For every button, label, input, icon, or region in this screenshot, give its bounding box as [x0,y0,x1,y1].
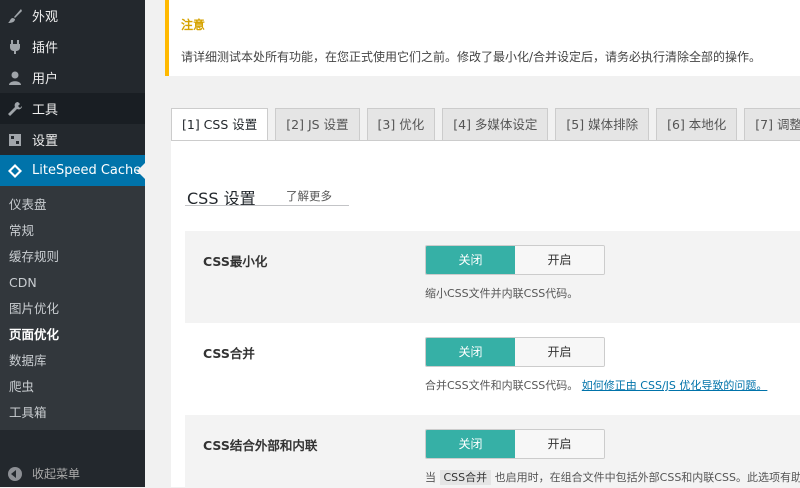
submenu-item-image-optimization[interactable]: 图片优化 [0,296,145,322]
setting-row-css-combine-external-inline: CSS结合外部和内联 关闭 开启 当 CSS合并 也启用时，在组合文件中包括外部… [185,415,800,488]
css-combine-toggle: 关闭 开启 [425,337,605,367]
sidebar-item-settings[interactable]: 设置 [0,124,145,155]
title-divider [185,205,349,206]
toggle-on-button[interactable]: 开启 [515,246,604,274]
litespeed-submenu: 仪表盘 常规 缓存规则 CDN 图片优化 页面优化 数据库 爬虫 工具箱 [0,186,145,430]
settings-panel: CSS 设置 了解更多 CSS最小化 关闭 开启 缩小CSS文件并内联CSS代码… [171,140,800,488]
collapse-arrow-icon [8,466,22,481]
submenu-item-page-optimization[interactable]: 页面优化 [0,322,145,348]
setting-description: 合并CSS文件和内联CSS代码。 如何修正由 CSS/JS 优化导致的问题。 [425,377,767,393]
submenu-item-dashboard[interactable]: 仪表盘 [0,192,145,218]
submenu-item-toolbox[interactable]: 工具箱 [0,400,145,426]
main-content: 注意 请详细测试本处所有功能，在您正式使用它们之前。修改了最小化/合并设定后，请… [145,0,800,488]
settings-tabs: [1] CSS 设置 [2] JS 设置 [3] 优化 [4] 多媒体设定 [5… [171,108,800,141]
css-js-troubleshoot-link[interactable]: 如何修正由 CSS/JS 优化导致的问题。 [582,379,768,392]
tab-tuning[interactable]: [7] 调整 [744,108,800,140]
sidebar-item-appearance[interactable]: 外观 [0,0,145,31]
sidebar-item-label: LiteSpeed Cache [32,163,142,178]
paintbrush-icon [6,7,24,25]
setting-label: CSS结合外部和内联 [203,438,318,453]
tab-optimization[interactable]: [3] 优化 [366,108,436,140]
notice-title: 注意 [181,18,206,32]
toggle-on-button[interactable]: 开启 [515,430,604,458]
setting-label: CSS最小化 [203,254,268,269]
sidebar-item-users[interactable]: 用户 [0,62,145,93]
settings-icon [6,131,24,149]
sidebar-item-label: 外观 [32,10,59,25]
collapse-menu-button[interactable]: 收起菜单 [0,460,145,487]
code-tag: CSS合并 [439,470,492,485]
submenu-item-cache[interactable]: 缓存规则 [0,244,145,270]
sidebar-item-label: 插件 [32,41,59,56]
description-prefix: 当 [425,471,436,484]
css-combine-external-inline-toggle: 关闭 开启 [425,429,605,459]
tab-localization[interactable]: [6] 本地化 [656,108,738,140]
setting-row-css-combine: CSS合并 关闭 开启 合并CSS文件和内联CSS代码。 如何修正由 CSS/J… [185,323,800,415]
setting-row-css-minify: CSS最小化 关闭 开启 缩小CSS文件并内联CSS代码。 [185,231,800,323]
sidebar-item-label: 设置 [32,134,59,149]
sidebar-item-tools[interactable]: 工具 [0,93,145,124]
users-icon [6,69,24,87]
description-text: 合并CSS文件和内联CSS代码。 [425,379,579,392]
setting-label: CSS合并 [203,346,255,361]
submenu-item-database[interactable]: 数据库 [0,348,145,374]
toggle-on-button[interactable]: 开启 [515,338,604,366]
tab-js-settings[interactable]: [2] JS 设置 [275,108,360,140]
plugin-icon [6,38,24,56]
toggle-off-button[interactable]: 关闭 [426,430,515,458]
warning-notice: 注意 请详细测试本处所有功能，在您正式使用它们之前。修改了最小化/合并设定后，请… [165,0,800,76]
wrench-icon [6,100,24,118]
admin-sidebar: 外观 插件 用户 工具 设置 LiteSpeed Cache 仪表盘 常规 缓存… [0,0,145,487]
submenu-item-general[interactable]: 常规 [0,218,145,244]
css-minify-toggle: 关闭 开启 [425,245,605,275]
sidebar-item-label: 用户 [32,72,59,87]
toggle-off-button[interactable]: 关闭 [426,246,515,274]
tab-media-excludes[interactable]: [5] 媒体排除 [555,108,650,140]
sidebar-item-label: 工具 [32,103,59,118]
litespeed-diamond-icon [6,162,24,180]
notice-body: 请详细测试本处所有功能，在您正式使用它们之前。修改了最小化/合并设定后，请务必执… [181,50,762,64]
tab-media-settings[interactable]: [4] 多媒体设定 [442,108,549,140]
submenu-item-crawler[interactable]: 爬虫 [0,374,145,400]
sidebar-item-plugins[interactable]: 插件 [0,31,145,62]
tab-css-settings[interactable]: [1] CSS 设置 [171,108,269,141]
description-suffix: 也启用时，在组合文件中包括外部CSS和内联CSS。此选项有助于 [494,471,800,484]
sidebar-item-litespeed-cache[interactable]: LiteSpeed Cache [0,155,145,186]
submenu-item-cdn[interactable]: CDN [0,270,145,296]
setting-description: 当 CSS合并 也启用时，在组合文件中包括外部CSS和内联CSS。此选项有助于 [425,469,800,485]
learn-more-link[interactable]: 了解更多 [286,188,332,204]
toggle-off-button[interactable]: 关闭 [426,338,515,366]
setting-description: 缩小CSS文件并内联CSS代码。 [425,287,579,300]
collapse-menu-label: 收起菜单 [32,467,81,481]
